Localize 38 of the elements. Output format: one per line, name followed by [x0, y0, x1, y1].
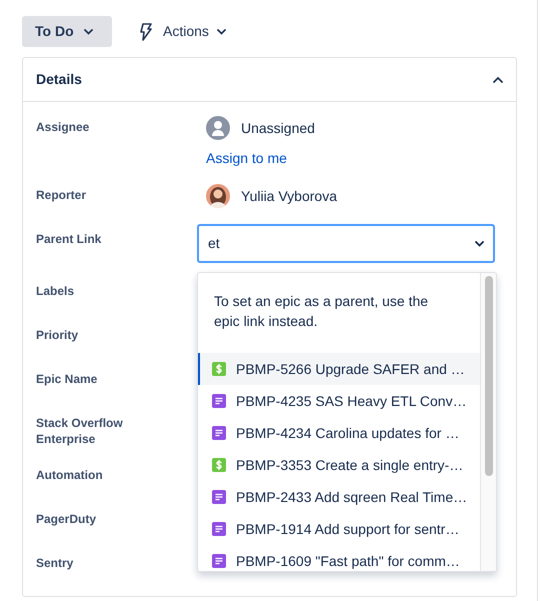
- dollar-icon: [212, 458, 226, 472]
- chevron-down-icon: [475, 240, 484, 246]
- dollar-icon: [212, 362, 226, 376]
- section-title: Details: [36, 70, 82, 89]
- document-icon: [212, 522, 226, 536]
- user-name: Unassigned: [241, 118, 315, 138]
- dropdown-option[interactable]: PBMP-1914 Add support for sentr…: [198, 513, 480, 545]
- field-label: Assignee: [36, 119, 90, 135]
- field-label: Epic Name: [36, 371, 98, 387]
- lightning-icon: [137, 22, 153, 40]
- dropdown-option[interactable]: PBMP-3353 Create a single entry-…: [198, 449, 480, 481]
- select-field[interactable]: et: [197, 224, 495, 263]
- field-label: PagerDuty: [36, 511, 98, 527]
- chevron-down-icon: [84, 28, 93, 34]
- chevron-up-icon[interactable]: [493, 76, 503, 83]
- status-button[interactable]: To Do: [22, 16, 112, 47]
- field-label: Automation: [36, 467, 104, 483]
- scrollbar-thumb[interactable]: [484, 276, 492, 476]
- chevron-down-icon: [216, 28, 226, 34]
- assign-link[interactable]: Assign to me: [206, 148, 287, 169]
- hint-text: To set an epic as a parent, use the epic link instead.: [213, 292, 430, 331]
- dropdown-option[interactable]: PBMP-4235 SAS Heavy ETL Conv…: [198, 385, 480, 417]
- dropdown-option[interactable]: PBMP-2433 Add sqreen Real Time…: [198, 481, 480, 513]
- document-icon: [212, 394, 226, 408]
- field-label: Sentry: [36, 555, 74, 571]
- dropdown-option[interactable]: PBMP-4234 Carolina updates for …: [198, 417, 480, 449]
- dropdown-option[interactable]: PBMP-1609 "Fast path" for comm…: [198, 545, 480, 571]
- document-icon: [212, 426, 226, 440]
- document-icon: [212, 554, 226, 568]
- field-label: Labels: [36, 283, 76, 299]
- document-icon: [212, 490, 226, 504]
- field-label: Priority: [36, 327, 80, 343]
- dropdown-option[interactable]: PBMP-5266 Upgrade SAFER and …: [198, 353, 480, 385]
- field-label: Reporter: [36, 187, 88, 203]
- user-name: Yuliia Vyborova: [241, 186, 337, 206]
- field-label: Stack Overflow Enterprise: [36, 415, 124, 447]
- field-label: Parent Link: [36, 231, 102, 247]
- actions-button[interactable]: Actions: [137, 16, 226, 47]
